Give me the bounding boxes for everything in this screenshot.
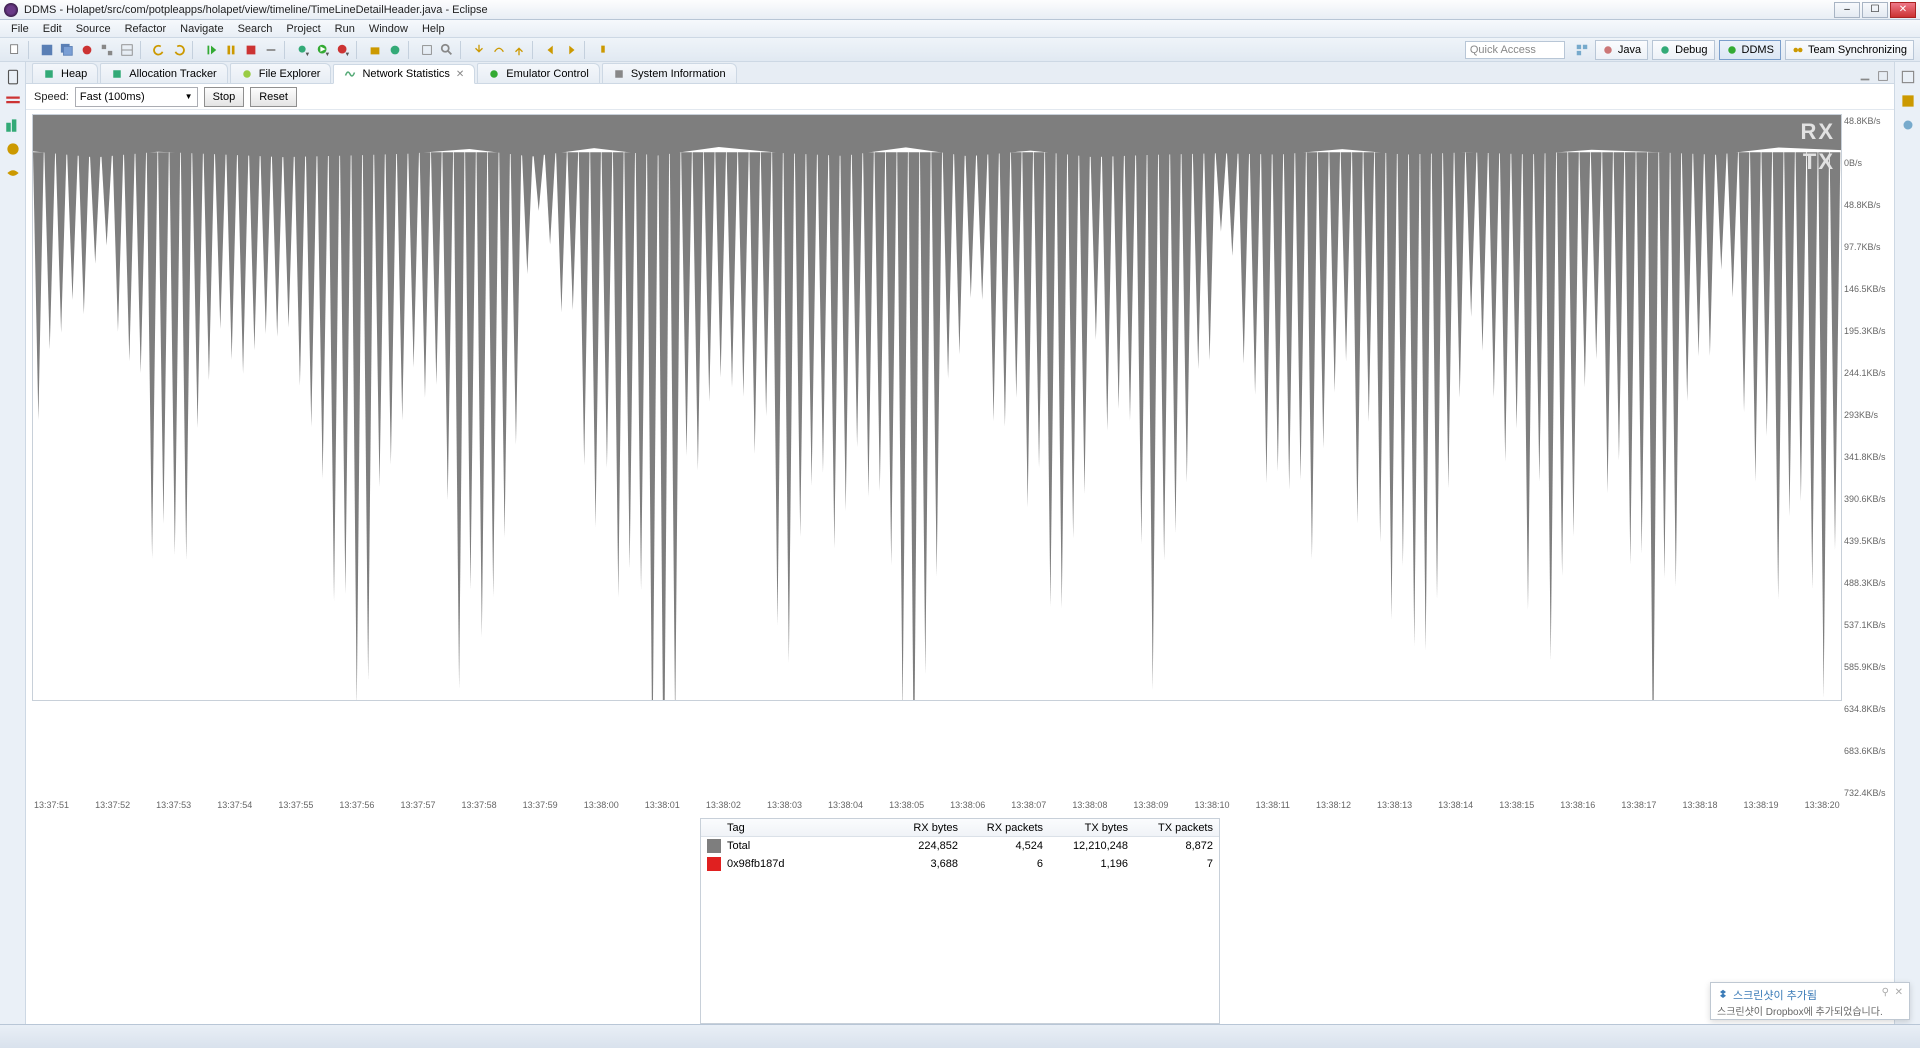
right-trim [1894, 62, 1920, 1024]
chart-canvas: RX TX [32, 114, 1842, 701]
hierarchy-icon[interactable] [98, 41, 116, 59]
dropbox-toast[interactable]: ⚲ ✕ 스크린샷이 추가됨 스크린샷이 Dropbox에 추가되었습니다. [1710, 982, 1910, 1020]
step-into-icon[interactable] [470, 41, 488, 59]
col-tx-bytes[interactable]: TX bytes [1049, 822, 1134, 834]
disconnect-icon[interactable] [262, 41, 280, 59]
quick-access-input[interactable]: Quick Access [1465, 41, 1565, 59]
perspective-java[interactable]: Java [1595, 40, 1648, 60]
menu-window[interactable]: Window [362, 23, 415, 35]
speed-toolbar: Speed: Fast (100ms)▼ Stop Reset [26, 84, 1894, 110]
undo-icon[interactable] [150, 41, 168, 59]
step-return-icon[interactable] [510, 41, 528, 59]
heap-view-icon[interactable] [4, 116, 22, 134]
col-tx-packets[interactable]: TX packets [1134, 822, 1219, 834]
minimize-view-icon[interactable] [1858, 69, 1872, 83]
threads-view-icon[interactable] [4, 92, 22, 110]
network-chart: RX TX 48.8KB/s0B/s48.8KB/s97.7KB/s146.5K… [26, 110, 1894, 1024]
save-icon[interactable] [38, 41, 56, 59]
new-class-icon[interactable] [386, 41, 404, 59]
alloc-view-icon[interactable] [4, 140, 22, 158]
restore-view-icon[interactable] [1899, 92, 1917, 110]
pin-icon[interactable]: ⚲ [1882, 987, 1889, 998]
record-icon[interactable] [78, 41, 96, 59]
maximize-button[interactable]: ☐ [1862, 2, 1888, 18]
menu-help[interactable]: Help [415, 23, 452, 35]
tab-allocation[interactable]: Allocation Tracker [100, 63, 227, 83]
menu-refactor[interactable]: Refactor [118, 23, 174, 35]
save-all-icon[interactable] [58, 41, 76, 59]
pause-icon[interactable] [222, 41, 240, 59]
open-type-icon[interactable] [418, 41, 436, 59]
window-title: DDMS - Holapet/src/com/potpleapps/holape… [24, 4, 1834, 16]
new-icon[interactable] [6, 41, 24, 59]
windows-taskbar[interactable] [0, 1024, 1920, 1048]
step-over-icon[interactable] [490, 41, 508, 59]
tab-network-stats[interactable]: Network Statistics✕ [333, 64, 475, 84]
chevron-down-icon: ▼ [185, 92, 193, 101]
menu-navigate[interactable]: Navigate [173, 23, 230, 35]
other-view-icon[interactable] [1899, 116, 1917, 134]
toast-body: 스크린샷이 Dropbox에 추가되었습니다. [1717, 1003, 1903, 1018]
tab-sysinfo[interactable]: System Information [602, 63, 737, 83]
titlebar: DDMS - Holapet/src/com/potpleapps/holape… [0, 0, 1920, 20]
perspective-ddms[interactable]: DDMS [1719, 40, 1781, 60]
outline-view-icon[interactable] [1899, 68, 1917, 86]
tab-emulator[interactable]: Emulator Control [477, 63, 600, 83]
new-package-icon[interactable] [366, 41, 384, 59]
menu-search[interactable]: Search [231, 23, 280, 35]
stats-table: Tag RX bytes RX packets TX bytes TX pack… [700, 818, 1220, 1024]
maximize-view-icon[interactable] [1876, 69, 1890, 83]
left-trim [0, 62, 26, 1024]
menu-run[interactable]: Run [328, 23, 362, 35]
col-rx-bytes[interactable]: RX bytes [879, 822, 964, 834]
col-rx-packets[interactable]: RX packets [964, 822, 1049, 834]
stop-button[interactable]: Stop [204, 87, 245, 107]
debug-dropdown-icon[interactable] [294, 41, 312, 59]
perspective-debug[interactable]: Debug [1652, 40, 1714, 60]
search-icon[interactable] [438, 41, 456, 59]
view-tabs: Heap Allocation Tracker File Explorer Ne… [26, 62, 1894, 84]
reset-button[interactable]: Reset [250, 87, 297, 107]
perspective-team[interactable]: Team Synchronizing [1785, 40, 1914, 60]
y-axis-labels: 48.8KB/s0B/s48.8KB/s97.7KB/s146.5KB/s195… [1842, 114, 1886, 800]
minimize-button[interactable]: – [1834, 2, 1860, 18]
menu-source[interactable]: Source [69, 23, 118, 35]
speed-label: Speed: [34, 91, 69, 103]
pin-icon[interactable] [594, 41, 612, 59]
speed-select[interactable]: Fast (100ms)▼ [75, 87, 198, 107]
forward-icon[interactable] [562, 41, 580, 59]
layout-icon[interactable] [118, 41, 136, 59]
stop-icon[interactable] [242, 41, 260, 59]
col-tag[interactable]: Tag [721, 822, 879, 834]
tab-heap[interactable]: Heap [32, 63, 98, 83]
redo-icon[interactable] [170, 41, 188, 59]
sysinfo-view-icon[interactable] [4, 164, 22, 182]
menu-project[interactable]: Project [279, 23, 327, 35]
eclipse-icon [4, 3, 18, 17]
menubar: File Edit Source Refactor Navigate Searc… [0, 20, 1920, 38]
menu-edit[interactable]: Edit [36, 23, 69, 35]
close-tab-icon[interactable]: ✕ [456, 69, 464, 80]
resume-icon[interactable] [202, 41, 220, 59]
ext-tools-icon[interactable] [334, 41, 352, 59]
close-button[interactable]: ✕ [1890, 2, 1916, 18]
open-perspective-icon[interactable] [1573, 41, 1591, 59]
run-dropdown-icon[interactable] [314, 41, 332, 59]
tab-file-explorer[interactable]: File Explorer [230, 63, 332, 83]
toast-close-icon[interactable]: ✕ [1895, 987, 1903, 998]
toast-title: 스크린샷이 추가됨 [1733, 987, 1817, 1003]
x-axis-labels: 13:37:5113:37:5213:37:5313:37:5413:37:55… [32, 800, 1842, 814]
main-toolbar: Quick Access Java Debug DDMS Team Synchr… [0, 38, 1920, 62]
table-row[interactable]: Total 224,852 4,524 12,210,248 8,872 [701, 837, 1219, 855]
menu-file[interactable]: File [4, 23, 36, 35]
devices-view-icon[interactable] [4, 68, 22, 86]
back-icon[interactable] [542, 41, 560, 59]
table-row[interactable]: 0x98fb187d 3,688 6 1,196 7 [701, 855, 1219, 873]
